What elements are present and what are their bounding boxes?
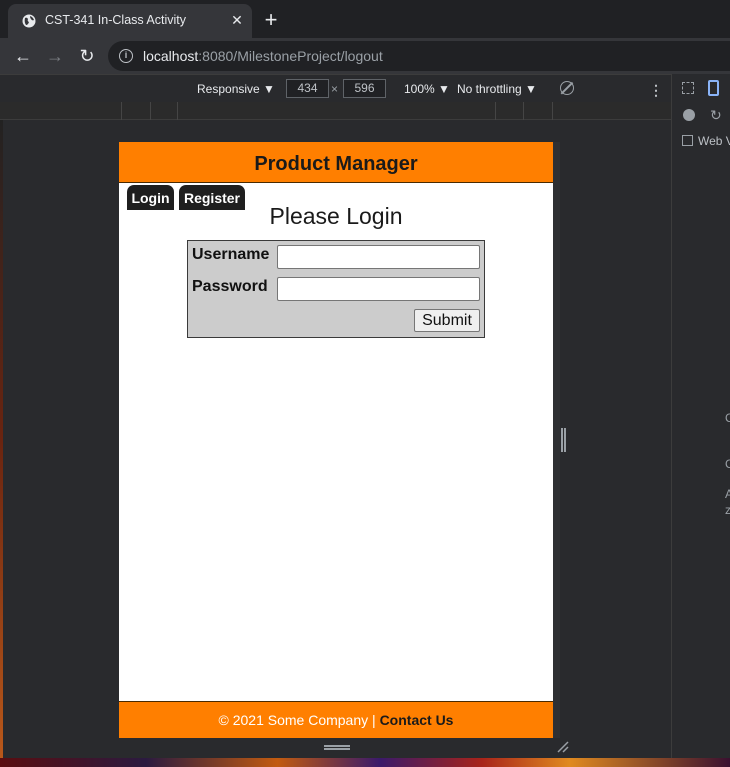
reload-icon[interactable]: ↻ [710, 107, 724, 123]
address-bar[interactable]: i localhost:8080/MilestoneProject/logout [108, 41, 730, 71]
username-label: Username [192, 246, 270, 263]
url-host: localhost [143, 48, 199, 64]
media-query-ruler [0, 102, 671, 120]
web-vitals-label: Web V [698, 134, 730, 148]
inspect-element-icon[interactable] [682, 82, 694, 94]
new-tab-button[interactable]: + [261, 9, 281, 31]
password-label: Password [192, 278, 268, 295]
device-select[interactable]: Responsive ▼ [197, 82, 275, 96]
ruler-tick [177, 102, 178, 120]
panel-text: C [725, 457, 730, 471]
width-resize-handle[interactable] [561, 428, 566, 452]
dimension-separator: × [331, 82, 339, 96]
corner-resize-icon[interactable] [557, 741, 569, 753]
site-title: Product Manager [254, 153, 418, 175]
device-toolbar: Responsive ▼ 434 × 596 100% ▼ No throttl… [0, 74, 671, 102]
device-toggle-icon[interactable] [708, 80, 719, 96]
height-resize-handle[interactable] [324, 745, 350, 750]
record-icon[interactable] [683, 109, 695, 121]
panel-text: C [725, 411, 730, 425]
forward-icon[interactable]: → [44, 45, 66, 67]
desktop-wallpaper [0, 758, 730, 767]
url-path: :8080/MilestoneProject/logout [198, 48, 383, 64]
panel-text: A [725, 487, 730, 501]
tab-title: CST-341 In-Class Activity [45, 13, 187, 27]
site-header: Product Manager [119, 142, 553, 183]
password-field[interactable] [277, 277, 480, 301]
site-footer: © 2021 Some Company | Contact Us [119, 701, 553, 738]
globe-icon [22, 14, 36, 28]
back-icon[interactable]: ← [12, 45, 34, 67]
height-input[interactable]: 596 [343, 79, 386, 98]
contact-link[interactable]: Contact Us [380, 712, 454, 728]
page-heading: Please Login [269, 203, 403, 229]
username-field[interactable] [277, 245, 480, 269]
emulated-page: Product Manager Login Register Please Lo… [119, 142, 553, 738]
ruler-tick [495, 102, 496, 120]
devtools-side-panel: ↻ Web V C C A z [671, 74, 730, 760]
browser-tab[interactable]: CST-341 In-Class Activity ✕ [8, 4, 252, 38]
browser-toolbar: ← → ↻ i localhost:8080/MilestoneProject/… [0, 38, 730, 74]
ruler-tick [523, 102, 524, 120]
login-form: Username Password Submit [187, 240, 485, 338]
zoom-select[interactable]: 100% ▼ [404, 82, 450, 96]
rotate-disabled-icon[interactable] [560, 81, 574, 95]
site-info-icon[interactable]: i [119, 49, 133, 63]
tab-strip: CST-341 In-Class Activity ✕ + [0, 0, 730, 38]
copyright-text: © 2021 Some Company | [218, 712, 380, 728]
desktop-wallpaper-edge [0, 120, 3, 760]
ruler-tick [121, 102, 122, 120]
width-input[interactable]: 434 [286, 79, 329, 98]
page-shadow [553, 142, 560, 738]
close-tab-icon[interactable]: ✕ [227, 10, 247, 30]
throttling-select[interactable]: No throttling ▼ [457, 82, 537, 96]
submit-button[interactable]: Submit [414, 309, 480, 332]
ruler-tick [552, 102, 553, 120]
url-text[interactable]: localhost:8080/MilestoneProject/logout [143, 48, 383, 64]
panel-text: z [725, 503, 730, 517]
more-options-icon[interactable]: ⋮ [649, 82, 663, 99]
ruler-tick [150, 102, 151, 120]
reload-icon[interactable]: ↻ [76, 45, 98, 67]
checkbox[interactable] [682, 135, 693, 146]
